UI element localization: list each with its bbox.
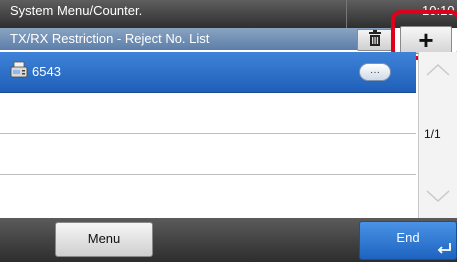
trash-icon xyxy=(368,29,382,51)
scroll-down-button[interactable] xyxy=(419,178,457,218)
scroll-up-button[interactable] xyxy=(419,52,457,92)
list-title: TX/RX Restriction - Reject No. List xyxy=(10,31,210,46)
sub-header: TX/RX Restriction - Reject No. List xyxy=(0,28,395,50)
page-indicator: 1/1 xyxy=(424,127,441,141)
ellipsis-icon: ··· xyxy=(370,66,380,78)
fax-machine-icon xyxy=(10,61,28,84)
list-row-empty[interactable] xyxy=(0,134,416,175)
row-number: 6543 xyxy=(32,64,61,79)
end-label: End xyxy=(396,230,420,245)
reject-number-list: 6543 ··· xyxy=(0,52,416,218)
list-row-selected[interactable]: 6543 ··· xyxy=(0,52,416,93)
enter-icon xyxy=(436,242,452,257)
chevron-down-icon xyxy=(425,189,451,208)
menu-button[interactable]: Menu xyxy=(55,222,153,257)
delete-button[interactable] xyxy=(357,29,393,51)
header-divider xyxy=(346,0,347,28)
list-row-empty[interactable] xyxy=(0,93,416,134)
detail-button[interactable]: ··· xyxy=(359,63,391,81)
scroll-panel: 1/1 xyxy=(418,52,457,218)
list-row-empty[interactable] xyxy=(0,175,416,216)
top-status-bar: System Menu/Counter. 10:10 xyxy=(0,0,457,28)
bottom-bar: Menu End xyxy=(0,218,457,262)
add-button[interactable]: + xyxy=(400,24,452,55)
screen-title: System Menu/Counter. xyxy=(10,3,143,18)
menu-label: Menu xyxy=(87,231,121,246)
clock: 10:10 xyxy=(422,3,455,18)
add-label: + xyxy=(418,24,434,55)
chevron-up-icon xyxy=(425,63,451,82)
end-button[interactable]: End xyxy=(359,221,457,260)
